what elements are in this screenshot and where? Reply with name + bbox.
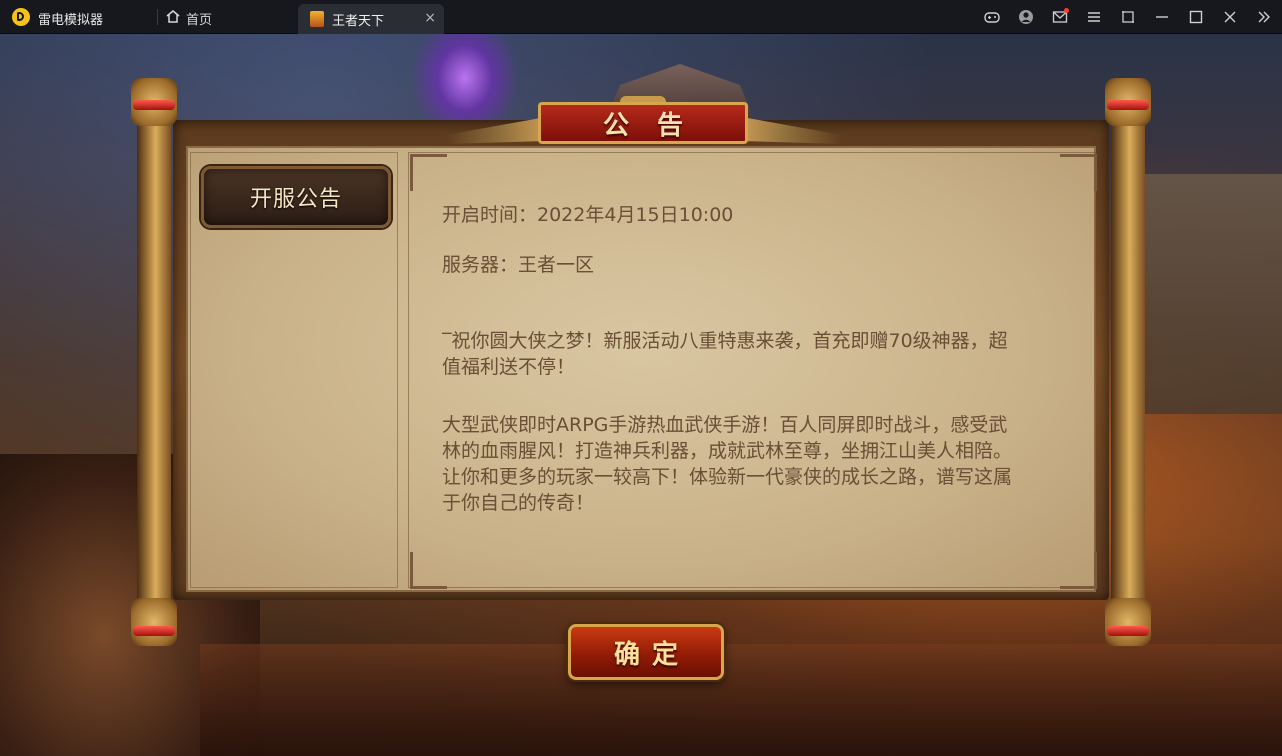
background-ground [200, 644, 1282, 756]
gamepad-icon[interactable] [982, 7, 1002, 27]
notification-dot [1064, 8, 1069, 13]
rod-band [133, 100, 175, 110]
tab-game[interactable]: 王者天下 × [298, 4, 444, 34]
maximize-icon[interactable] [1186, 7, 1206, 27]
scroll-rod-left [137, 96, 171, 630]
rod-band [1107, 626, 1149, 636]
tab-home-label: 首页 [186, 13, 213, 28]
frame-corner-ornament [410, 154, 447, 191]
app-name: 雷电模拟器 [38, 13, 104, 28]
rod-cap-bottom-right [1105, 598, 1151, 646]
open-time-text: 开启时间：2022年4月15日10:00 [442, 204, 734, 226]
tab-home[interactable]: 首页 [164, 0, 284, 34]
confirm-button-label: 确定 [613, 639, 690, 670]
app-logo-icon [12, 8, 30, 26]
rod-band [1107, 100, 1149, 110]
announcement-title-banner: 公告 [538, 102, 748, 144]
announcement-title: 公告 [602, 110, 711, 141]
frame-corner-ornament [410, 552, 447, 589]
rod-band [133, 626, 175, 636]
server-text: 服务器：王者一区 [442, 254, 595, 276]
tab-server-open-notice[interactable]: 开服公告 [201, 166, 391, 228]
rod-cap-bottom-left [131, 598, 177, 646]
mail-icon[interactable] [1050, 7, 1070, 27]
home-icon [166, 10, 180, 23]
minimize-icon[interactable] [1152, 7, 1172, 27]
tab-divider [157, 9, 158, 25]
description-text: 大型武侠即时ARPG手游热血武侠手游！百人同屏即时战斗，感受武林的血雨腥风！打造… [442, 414, 1013, 514]
frame-corner-ornament [1060, 154, 1097, 191]
menu-icon[interactable] [1084, 7, 1104, 27]
collapse-icon[interactable] [1254, 7, 1274, 27]
intro-text: ‾祝你圆大侠之梦！新服活动八重特惠来袭，首充即赠70级神器，超值福利送不停！ [442, 330, 1008, 378]
close-icon[interactable] [1220, 7, 1240, 27]
user-icon[interactable] [1016, 7, 1036, 27]
scroll-rod-right [1111, 96, 1145, 630]
tab-close-icon[interactable]: × [424, 10, 436, 26]
frame-corner-ornament [1060, 552, 1097, 589]
confirm-button[interactable]: 确定 [568, 624, 724, 680]
screen-crop-icon[interactable] [1118, 7, 1138, 27]
announcement-content[interactable]: 开启时间：2022年4月15日10:00 服务器：王者一区 ‾祝你圆大侠之梦！新… [442, 198, 1022, 528]
tab-game-label: 王者天下 [332, 14, 385, 29]
emulator-titlebar: 雷电模拟器 首页 王者天下 × [0, 0, 1282, 34]
game-app-icon [310, 11, 324, 27]
tab-server-open-notice-label: 开服公告 [249, 187, 342, 212]
